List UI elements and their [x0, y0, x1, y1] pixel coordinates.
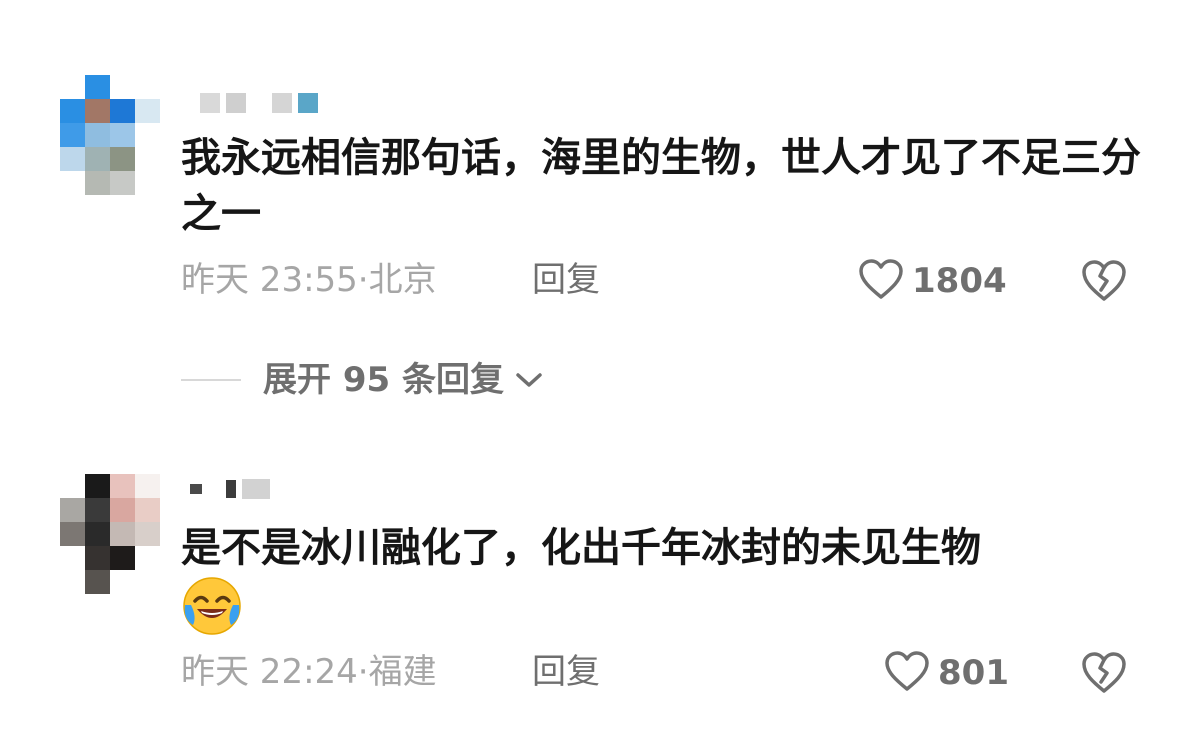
comment-meta: 昨天 22:24·福建: [181, 652, 437, 692]
laughing-crying-emoji: [181, 575, 243, 637]
username-blurred[interactable]: [200, 92, 318, 114]
username-blurred[interactable]: [190, 478, 270, 500]
broken-heart-icon: [1080, 652, 1128, 698]
heart-outline-icon: [858, 258, 904, 304]
dislike-button[interactable]: [1080, 258, 1128, 306]
comment-meta: 昨天 23:55·北京: [181, 260, 437, 300]
meta-separator: ·: [357, 652, 369, 692]
like-button[interactable]: 801: [884, 650, 1009, 696]
avatar[interactable]: [60, 474, 160, 594]
comment-location: 北京: [368, 260, 437, 300]
comment-time: 昨天 23:55: [181, 260, 358, 300]
comment-text: 我永远相信那句话，海里的生物，世人才见了不足三分之一: [181, 135, 1141, 237]
dislike-button[interactable]: [1080, 650, 1128, 698]
expand-replies-label: 展开 95 条回复: [263, 360, 504, 400]
divider-line: [181, 379, 241, 381]
reply-button[interactable]: 回复: [532, 260, 600, 300]
chevron-down-icon: [514, 370, 544, 390]
meta-separator: ·: [357, 260, 369, 300]
like-button[interactable]: 1804: [858, 258, 1007, 304]
comment-time: 昨天 22:24: [181, 652, 358, 692]
heart-outline-icon: [884, 650, 930, 696]
expand-replies-button[interactable]: 展开 95 条回复: [181, 358, 544, 402]
comment-text: 是不是冰川融化了，化出千年冰封的未见生物: [181, 525, 981, 571]
like-count: 801: [938, 653, 1009, 693]
reply-button[interactable]: 回复: [532, 652, 600, 692]
comment-location: 福建: [368, 652, 437, 692]
broken-heart-icon: [1080, 260, 1128, 306]
avatar[interactable]: [60, 75, 160, 195]
like-count: 1804: [912, 261, 1007, 301]
